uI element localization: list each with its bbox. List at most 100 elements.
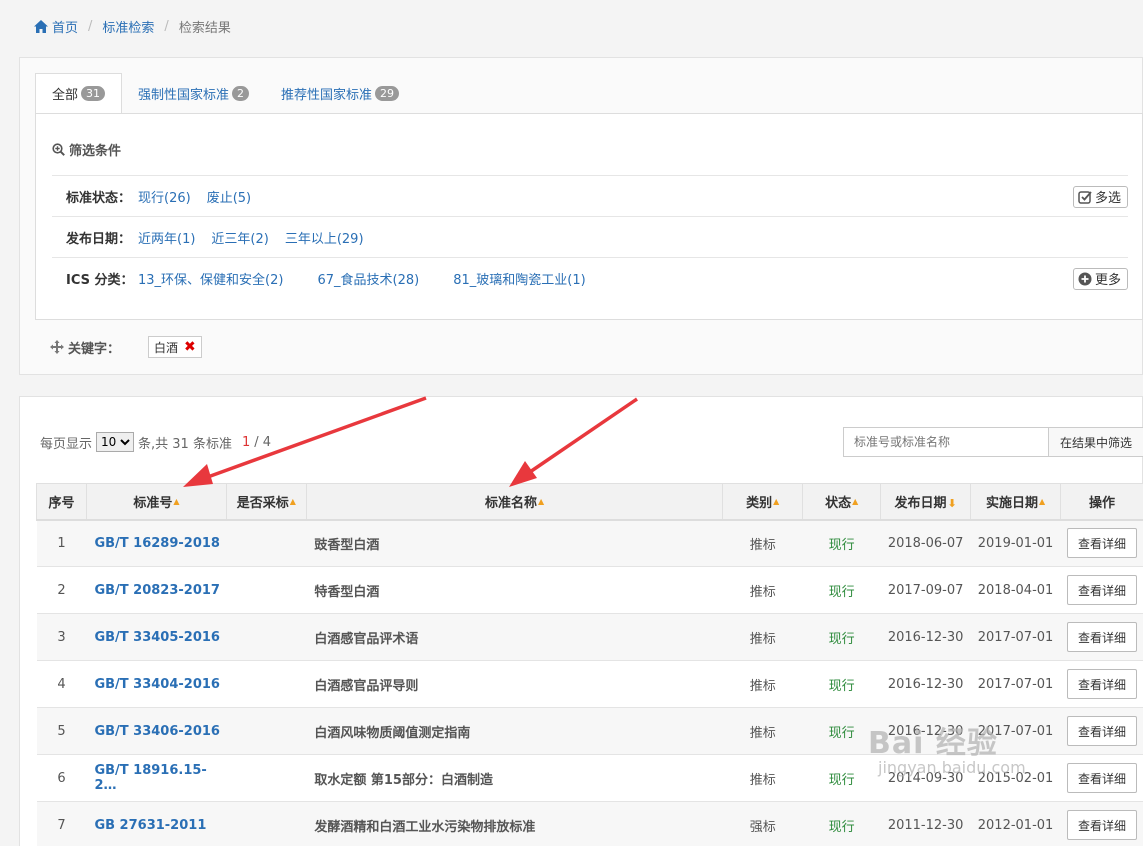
keyword-row: 关键字： 白酒 ✖ <box>50 336 202 358</box>
tab-all[interactable]: 全部 31 <box>35 73 123 114</box>
filter-panel: 全部 31 强制性国家标准 2 推荐性国家标准 29 筛选条件 标准状态： 现行… <box>19 57 1143 375</box>
total-pages: / 4 <box>254 434 272 450</box>
sort-asc-icon[interactable]: ▲ <box>852 497 858 506</box>
breadcrumb-current: 检索结果 <box>178 20 231 36</box>
header-seq: 序号 <box>36 483 87 521</box>
header-adopted[interactable]: 是否采标▲ <box>225 483 307 521</box>
remove-keyword-icon[interactable]: ✖ <box>184 339 196 355</box>
cell-type: 推标 <box>722 566 803 614</box>
filter-option-abolished[interactable]: 废止(5) <box>207 187 251 206</box>
view-detail-button[interactable]: 查看详细 <box>1067 528 1138 559</box>
standard-code-link[interactable]: GB/T 33404-2016 <box>86 660 227 708</box>
header-name[interactable]: 标准名称▲ <box>305 483 724 521</box>
sort-desc-icon[interactable]: ⬇ <box>948 497 957 510</box>
count-badge: 2 <box>232 85 250 101</box>
pager-summary: 条,共 31 条标准 <box>138 436 232 452</box>
breadcrumb-search-link[interactable]: 标准检索 <box>102 17 154 36</box>
cell-name: 豉香型白酒 <box>306 519 723 567</box>
cell-name: 白酒风味物质阈值测定指南 <box>306 707 723 755</box>
table-row: 5 GB/T 33406-2016 白酒风味物质阈值测定指南 推标 现行 201… <box>36 707 1143 755</box>
standard-code-link[interactable]: GB/T 33406-2016 <box>86 707 227 755</box>
zoom-in-icon <box>52 143 65 156</box>
filter-option-ics-13[interactable]: 13_环保、保健和安全(2) <box>138 269 283 288</box>
header-type[interactable]: 类别▲ <box>722 483 804 521</box>
filter-row-status: 标准状态： 现行(26) 废止(5) 多选 <box>52 175 1128 217</box>
breadcrumb-home-link[interactable]: 首页 <box>52 17 78 36</box>
cell-name: 白酒感官品评导则 <box>306 660 723 708</box>
cell-seq: 1 <box>36 519 87 567</box>
view-detail-button[interactable]: 查看详细 <box>1067 716 1138 746</box>
cell-op: 查看详细 <box>1060 707 1143 755</box>
result-search-input[interactable] <box>843 427 1049 457</box>
home-icon <box>34 19 48 33</box>
cell-pub-date: 2018-06-07 <box>880 519 971 567</box>
breadcrumb-separator: / <box>88 18 93 34</box>
cell-type: 推标 <box>722 660 803 708</box>
tab-mandatory[interactable]: 强制性国家标准 2 <box>122 73 265 113</box>
filter-option-ics-67[interactable]: 67_食品技术(28) <box>317 269 419 288</box>
cell-op: 查看详细 <box>1060 613 1143 661</box>
view-detail-button[interactable]: 查看详细 <box>1067 810 1138 840</box>
header-impl-date[interactable]: 实施日期▲ <box>970 483 1062 521</box>
results-table: 序号 标准号▲ 是否采标▲ 标准名称▲ 类别▲ 状态▲ 发布日期⬇ 实施日期▲ … <box>36 483 1143 846</box>
breadcrumb-separator: / <box>164 18 169 34</box>
view-detail-button[interactable]: 查看详细 <box>1067 763 1138 793</box>
cell-op: 查看详细 <box>1060 566 1143 614</box>
header-code[interactable]: 标准号▲ <box>85 483 227 521</box>
filter-option-two-years[interactable]: 近两年(1) <box>138 228 195 247</box>
results-panel: 每页显示 10 条,共 31 条标准 1 / 4 在结果中筛选 序号 标准号▲ … <box>19 396 1143 846</box>
filter-title-text: 筛选条件 <box>69 144 122 159</box>
view-detail-button[interactable]: 查看详细 <box>1067 622 1138 652</box>
header-pub-date[interactable]: 发布日期⬇ <box>880 483 972 521</box>
header-status[interactable]: 状态▲ <box>802 483 882 521</box>
table-row: 3 GB/T 33405-2016 白酒感官品评术语 推标 现行 2016-12… <box>36 613 1143 661</box>
multi-select-button[interactable]: 多选 <box>1072 185 1128 208</box>
sort-asc-icon[interactable]: ▲ <box>173 497 179 506</box>
filter-option-over-three-years[interactable]: 三年以上(29) <box>285 228 364 247</box>
view-detail-button[interactable]: 查看详细 <box>1067 669 1138 699</box>
keyword-label: 关键字： <box>50 338 120 357</box>
sort-asc-icon[interactable]: ▲ <box>290 497 296 506</box>
keyword-label-text: 关键字： <box>68 341 121 357</box>
check-square-icon <box>1078 190 1092 204</box>
cell-pub-date: 2016-12-30 <box>880 613 971 661</box>
table-row: 7 GB 27631-2011 发酵酒精和白酒工业水污染物排放标准 强标 现行 … <box>36 801 1143 846</box>
standard-code-link[interactable]: GB/T 16289-2018 <box>86 519 227 567</box>
standard-code-link[interactable]: GB/T 20823-2017 <box>86 566 227 614</box>
cell-adopted <box>226 566 307 614</box>
filter-box: 筛选条件 标准状态： 现行(26) 废止(5) 多选 发布日期： 近两年(1) … <box>35 113 1143 320</box>
cell-adopted <box>226 519 307 567</box>
sort-asc-icon[interactable]: ▲ <box>773 497 779 506</box>
filter-option-ics-81[interactable]: 81_玻璃和陶瓷工业(1) <box>453 269 585 288</box>
cell-status: 现行 <box>802 566 881 614</box>
cell-status: 现行 <box>802 519 881 567</box>
tab-recommended[interactable]: 推荐性国家标准 29 <box>265 73 415 113</box>
standard-code-link[interactable]: GB 27631-2011 <box>86 801 227 846</box>
per-page-select[interactable]: 10 <box>96 432 135 452</box>
tab-label: 推荐性国家标准 <box>281 87 373 103</box>
multi-select-label: 多选 <box>1094 191 1121 206</box>
sort-asc-icon[interactable]: ▲ <box>538 497 544 506</box>
filter-row-ics: ICS 分类： 13_环保、保健和安全(2) 67_食品技术(28) 81_玻璃… <box>52 257 1128 299</box>
standard-code-link[interactable]: GB/T 18916.15-2… <box>86 754 227 802</box>
keyword-value: 白酒 <box>154 340 179 355</box>
cell-status: 现行 <box>802 660 881 708</box>
filter-option-three-years[interactable]: 近三年(2) <box>211 228 268 247</box>
cell-status: 现行 <box>802 707 881 755</box>
cell-seq: 2 <box>36 566 87 614</box>
filter-in-results-button[interactable]: 在结果中筛选 <box>1049 427 1143 457</box>
header-op: 操作 <box>1060 483 1143 521</box>
cell-impl-date: 2017-07-01 <box>970 660 1061 708</box>
view-detail-button[interactable]: 查看详细 <box>1067 575 1138 605</box>
cell-status: 现行 <box>802 801 881 846</box>
keyword-tag: 白酒 ✖ <box>148 336 202 358</box>
sort-asc-icon[interactable]: ▲ <box>1039 497 1045 506</box>
more-button[interactable]: 更多 <box>1072 267 1128 290</box>
cell-op: 查看详细 <box>1060 660 1143 708</box>
filter-label: 标准状态： <box>66 191 132 206</box>
filter-option-current[interactable]: 现行(26) <box>138 187 191 206</box>
standard-code-link[interactable]: GB/T 33405-2016 <box>86 613 227 661</box>
table-row: 1 GB/T 16289-2018 豉香型白酒 推标 现行 2018-06-07… <box>36 519 1143 567</box>
count-badge: 29 <box>375 85 400 101</box>
cell-impl-date: 2017-07-01 <box>970 613 1061 661</box>
